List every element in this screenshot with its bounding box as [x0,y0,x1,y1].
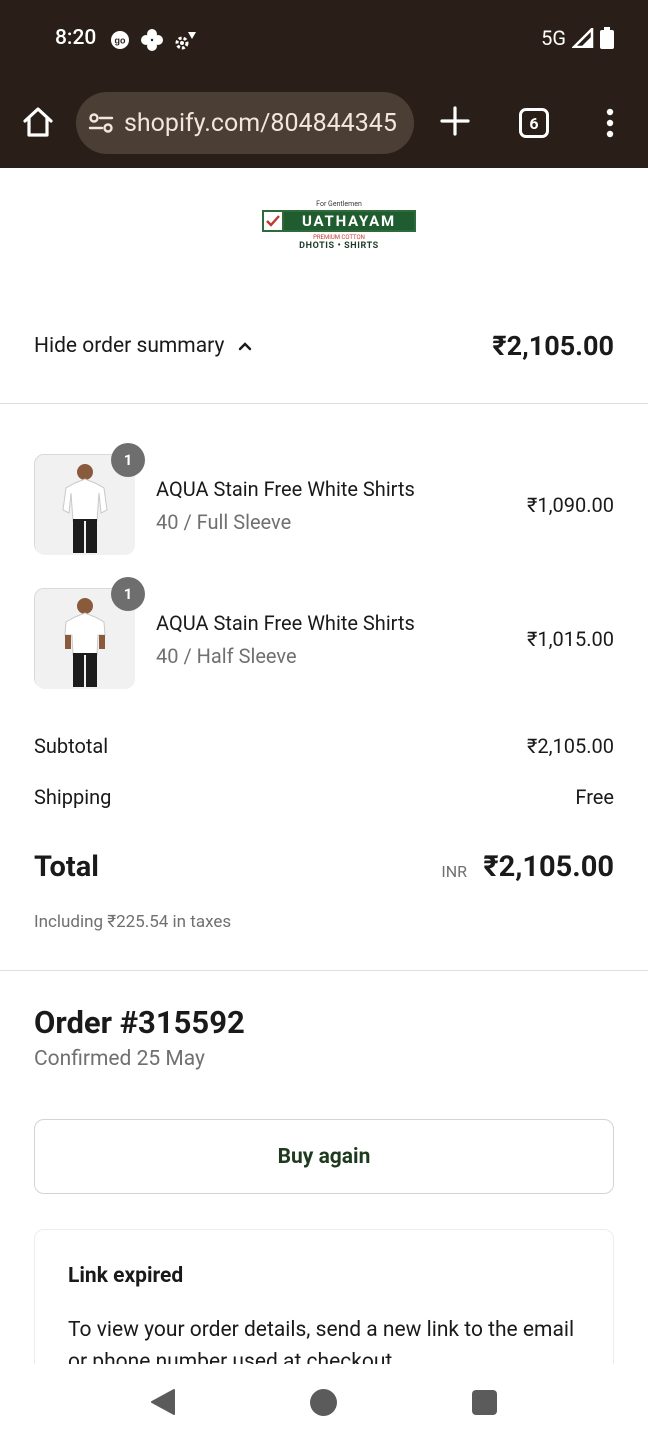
currency-code: INR [441,862,467,881]
settings-gear-icon [175,32,196,50]
logo-tagline: For Gentlemen [316,200,362,208]
browser-chrome: 8:20 go 5G shopify.com/804844345 6 [0,0,648,168]
product-thumbnail: 1 [34,577,145,689]
card-title: Link expired [68,1264,184,1288]
logo-sub1: PREMIUM COTTON [313,234,365,241]
tabs-icon[interactable]: 6 [519,108,549,138]
status-time: 8:20 [55,26,97,50]
home-button-icon[interactable] [310,1389,337,1416]
status-icons-left: go [110,28,198,52]
product-thumbnail: 1 [34,443,145,555]
address-bar[interactable]: shopify.com/804844345 [76,92,414,154]
quantity-badge: 1 [111,443,145,477]
chevron-up-icon [239,342,252,351]
system-nav-bar [0,1364,648,1440]
new-tab-plus-icon[interactable] [438,104,472,138]
site-settings-icon[interactable] [88,111,114,135]
tax-note: Including ₹225.54 in taxes [34,912,232,932]
summary-toggle-label: Hide order summary [34,334,225,358]
item-price: ₹1,015.00 [527,627,614,651]
summary-total: ₹2,105.00 [492,330,614,362]
subtotal-label: Subtotal [34,734,109,758]
order-number: Order #315592 [34,1004,245,1041]
subtotal-value: ₹2,105.00 [527,734,614,758]
total-label: Total [34,850,99,884]
item-price: ₹1,090.00 [527,493,614,517]
divider [0,970,648,971]
logo-name: UATHAYAM [284,212,414,230]
tab-count: 6 [529,113,539,133]
recent-apps-icon[interactable] [472,1390,497,1415]
logo-sub2: DHOTIS • SHIRTS [299,241,379,251]
quantity-badge: 1 [111,577,145,611]
item-variant: 40 / Half Sleeve [156,644,297,668]
status-right: 5G [541,26,614,50]
check-icon [264,212,284,230]
network-label: 5G [541,26,566,50]
shipping-value: Free [575,785,614,809]
order-confirmed-date: Confirmed 25 May [34,1047,205,1071]
item-variant: 40 / Full Sleeve [156,510,292,534]
divider [0,403,648,404]
item-title: AQUA Stain Free White Shirts [156,611,415,635]
go-icon: go [111,31,129,49]
shield-plus-icon [141,29,163,51]
menu-dots-icon[interactable] [604,108,616,138]
back-icon[interactable] [150,1388,176,1416]
svg-text:go: go [115,36,126,46]
url-text[interactable]: shopify.com/804844345 [124,109,397,138]
battery-icon [600,27,614,49]
buy-again-button[interactable]: Buy again [34,1119,614,1194]
item-title: AQUA Stain Free White Shirts [156,477,415,501]
store-logo[interactable]: For Gentlemen UATHAYAM PREMIUM COTTON DH… [262,200,416,260]
hide-order-summary-toggle[interactable]: Hide order summary [34,334,252,358]
line-item: 1 AQUA Stain Free White Shirts 40 / Half… [34,577,614,689]
shipping-label: Shipping [34,785,112,809]
signal-icon [572,28,594,48]
total-value: ₹2,105.00 [483,850,614,884]
home-icon[interactable] [20,104,56,140]
logo-main: UATHAYAM [262,210,416,232]
line-item: 1 AQUA Stain Free White Shirts 40 / Full… [34,443,614,555]
